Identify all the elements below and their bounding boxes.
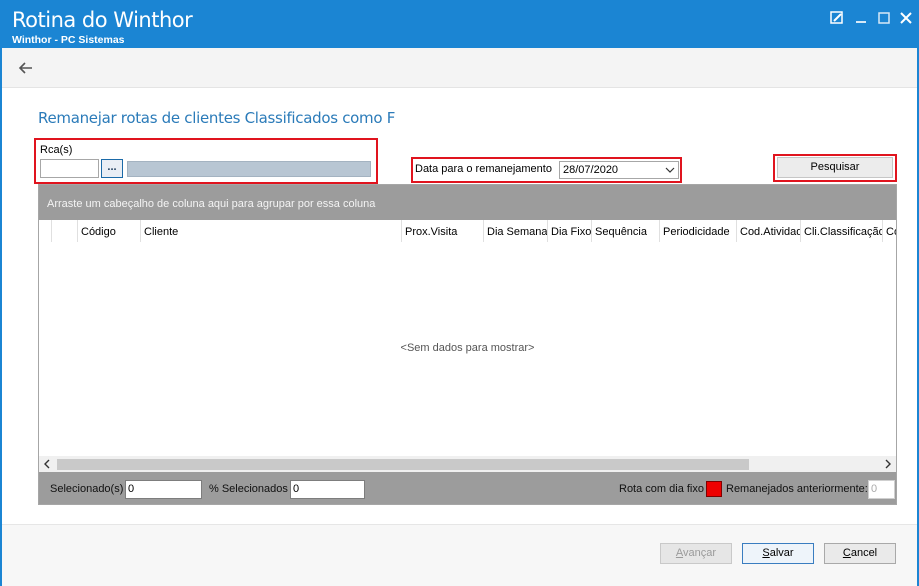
scroll-left-icon[interactable] (42, 459, 52, 469)
column-header-codigo[interactable]: Código (77, 220, 140, 242)
selected-count-field: 0 (125, 480, 202, 499)
cancel-button[interactable]: Cancel (824, 543, 896, 564)
date-picker[interactable]: 28/07/2020 (559, 161, 679, 179)
date-value: 28/07/2020 (563, 164, 619, 176)
group-by-panel[interactable]: Arraste um cabeçalho de coluna aqui para… (39, 185, 896, 220)
scroll-right-icon[interactable] (883, 459, 893, 469)
column-header-co[interactable]: Co (882, 220, 896, 242)
edit-icon[interactable] (829, 10, 845, 26)
reassigned-label: Remanejados anteriormente: (726, 483, 868, 495)
minimize-icon[interactable] (853, 10, 869, 26)
column-header-periodicidade[interactable]: Periodicidade (659, 220, 736, 242)
column-header-prox-visita[interactable]: Prox.Visita (401, 220, 483, 242)
pct-selected-field: 0 (290, 480, 365, 499)
grid-footer: Selecionado(s) 0 % Selecionados 0 Rota c… (39, 472, 896, 504)
window-subtitle: Winthor - PC Sistemas (12, 34, 125, 46)
horizontal-scrollbar[interactable] (39, 456, 896, 472)
column-header-cliente[interactable]: Cliente (140, 220, 401, 242)
close-icon[interactable] (898, 10, 914, 26)
maximize-icon[interactable] (876, 10, 892, 26)
app-window: Rotina do Winthor Winthor - PC Sistemas … (0, 0, 919, 586)
rca-lookup-button[interactable]: ... (101, 159, 123, 178)
advance-button[interactable]: Avançar (660, 543, 732, 564)
column-header-sequencia[interactable]: Sequência (591, 220, 659, 242)
rca-label: Rca(s) (40, 144, 73, 156)
fixed-day-color-swatch (706, 481, 722, 497)
empty-grid-message: <Sem dados para mostrar> (400, 342, 535, 354)
window-title: Rotina do Winthor (12, 8, 193, 32)
grid-select-column[interactable] (51, 220, 77, 242)
reassigned-count-field: 0 (868, 480, 895, 499)
rca-name-field (127, 161, 371, 177)
fixed-day-label: Rota com dia fixo (619, 483, 704, 495)
selected-label: Selecionado(s) (50, 483, 124, 495)
column-header-dia-fixo[interactable]: Dia Fixo (547, 220, 591, 242)
scrollbar-thumb[interactable] (57, 459, 749, 470)
chevron-down-icon[interactable] (665, 165, 675, 175)
title-bar: Rotina do Winthor Winthor - PC Sistemas (2, 2, 917, 48)
nav-bar (2, 48, 917, 88)
back-arrow-icon[interactable] (18, 60, 34, 76)
search-button[interactable]: Pesquisar (777, 157, 893, 178)
rca-code-input[interactable] (40, 159, 99, 178)
column-header-dia-semana[interactable]: Dia Semana (483, 220, 547, 242)
save-button[interactable]: Salvar (742, 543, 814, 564)
data-grid: Arraste um cabeçalho de coluna aqui para… (38, 184, 897, 505)
column-header-cod-atividade[interactable]: Cod.Atividade (736, 220, 800, 242)
page-title: Remanejar rotas de clientes Classificado… (38, 109, 396, 127)
grid-indicator-column (39, 220, 51, 242)
date-label: Data para o remanejamento (415, 163, 552, 175)
column-header-cli-classificacao[interactable]: Cli.Classificação (800, 220, 882, 242)
pct-selected-label: % Selecionados (209, 483, 288, 495)
